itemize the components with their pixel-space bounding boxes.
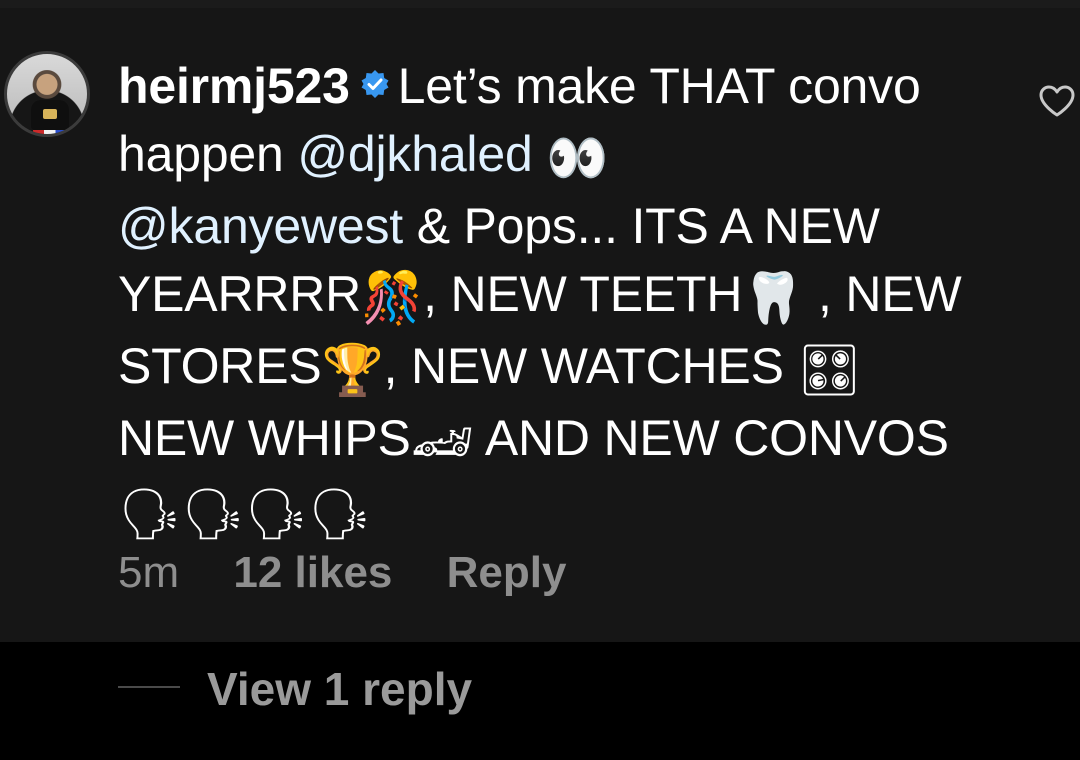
reply-button[interactable]: Reply xyxy=(447,548,567,597)
comment-username[interactable]: heirmj523 xyxy=(118,58,350,114)
avatar-badge xyxy=(43,109,57,119)
top-divider xyxy=(0,0,1080,8)
comment-time: 5m xyxy=(118,548,180,597)
replies-divider xyxy=(118,686,180,688)
mention-kanyewest[interactable]: @kanyewest xyxy=(118,198,403,254)
heart-icon[interactable] xyxy=(1038,84,1076,118)
comment-body: heirmj523 Let’s make THAT convo happen @d… xyxy=(118,48,978,548)
comment-meta: 5m 12 likes Reply xyxy=(118,548,608,598)
view-replies-button[interactable]: View 1 reply xyxy=(207,662,472,716)
comment-text-5: , NEW WATCHES xyxy=(383,338,798,394)
comment-text-3: , NEW TEETH xyxy=(423,266,743,322)
likes-count[interactable]: 12 likes xyxy=(233,548,392,597)
confetti-emoji: 🎊 xyxy=(361,269,424,327)
tooth-emoji: 🦷 xyxy=(742,269,805,327)
trophy-emoji: 🏆 xyxy=(321,341,384,399)
verified-badge-icon xyxy=(360,48,390,98)
racing-car-emoji: 🏎 xyxy=(410,413,474,471)
eyes-emoji: 👀 xyxy=(546,129,609,187)
mention-djkhaled[interactable]: @djkhaled xyxy=(297,126,532,182)
replies-section: View 1 reply xyxy=(0,642,1080,760)
comment-text-7: AND NEW CONVOS xyxy=(473,410,949,466)
speaking-head-emoji: 🗣🗣🗣🗣 xyxy=(118,485,372,543)
control-knobs-emoji: 🎛 xyxy=(797,341,861,399)
avatar-band xyxy=(33,130,67,134)
avatar[interactable] xyxy=(4,51,90,137)
comment-text-6: NEW WHIPS xyxy=(118,410,411,466)
